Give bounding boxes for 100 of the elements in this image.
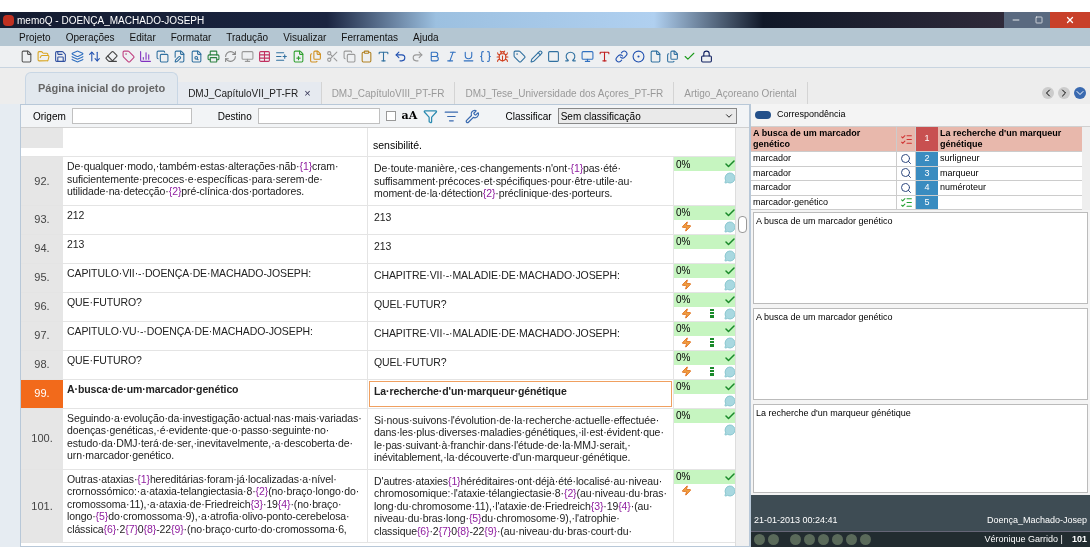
target-segment[interactable]: CHAPITRE·VII·-·MALADIE·DE·MACHADO·JOSEPH: bbox=[374, 268, 667, 281]
documents-icon[interactable] bbox=[666, 50, 679, 63]
comment-icon[interactable] bbox=[724, 484, 735, 497]
bold-icon[interactable] bbox=[428, 50, 441, 63]
copy-icon[interactable] bbox=[343, 50, 356, 63]
eraser-icon[interactable] bbox=[105, 50, 118, 63]
dropdown-icon[interactable] bbox=[1074, 87, 1086, 99]
sort-dropdown[interactable]: Sem classificação bbox=[557, 108, 737, 124]
round-button[interactable] bbox=[754, 534, 765, 545]
round-button[interactable] bbox=[804, 534, 815, 545]
target-segment[interactable]: QUEL·FUTUR? bbox=[374, 355, 667, 368]
comment-icon[interactable] bbox=[724, 278, 735, 291]
round-button[interactable] bbox=[832, 534, 843, 545]
previous-icon[interactable] bbox=[1042, 87, 1054, 99]
comment-icon[interactable] bbox=[724, 249, 735, 262]
source-segment[interactable]: QUE·FUTURO? bbox=[67, 353, 363, 366]
source-segment[interactable]: 213 bbox=[67, 237, 363, 250]
sort-icon[interactable] bbox=[88, 50, 101, 63]
round-button[interactable] bbox=[860, 534, 871, 545]
paste-icon[interactable] bbox=[360, 50, 373, 63]
source-segment[interactable]: Seguindo·a·evolução·da·investigação·actual·nas·mais·variadas·doenças·genéticas,·é·evidente·que·o·passo·seguinte·no·estudo·da·DMJ·terá·de·ser,·inevitavelmente,·a·descoberta·de·urn·marcador·genético. bbox=[67, 411, 363, 462]
menu-item[interactable]: Editar bbox=[129, 29, 156, 45]
menu-item[interactable]: Formatar bbox=[170, 29, 212, 45]
source-segment[interactable]: QUE·FUTURO? bbox=[67, 295, 363, 308]
file-icon[interactable] bbox=[649, 50, 662, 63]
font-icon[interactable] bbox=[598, 50, 611, 63]
target-segment[interactable]: 213 bbox=[374, 210, 667, 223]
source-segment[interactable]: 212 bbox=[67, 208, 363, 221]
layers-icon[interactable] bbox=[71, 50, 84, 63]
document-tab[interactable]: DMJ_CapítuloVII_PT-FR × bbox=[178, 82, 322, 104]
target-segment[interactable]: De·toute·manière,·ces·changements·n'ont·{1}pas·été·suffisamment·précoces·et·spécifiques·pour·être·utile·au·moment·de·la·détection{2}·préclinique·des·porteurs. bbox=[374, 162, 667, 200]
documents-icon[interactable] bbox=[309, 50, 322, 63]
lock-icon[interactable] bbox=[700, 50, 713, 63]
round-button[interactable] bbox=[818, 534, 829, 545]
comment-icon[interactable] bbox=[724, 220, 735, 233]
copy-icon[interactable] bbox=[156, 50, 169, 63]
round-button[interactable] bbox=[768, 534, 779, 545]
menu-item[interactable]: Ajuda bbox=[413, 29, 439, 45]
close-tab-button[interactable]: × bbox=[304, 84, 311, 102]
tag-icon[interactable] bbox=[122, 50, 135, 63]
chart-icon[interactable] bbox=[139, 50, 152, 63]
text-icon[interactable] bbox=[377, 50, 390, 63]
refresh-icon[interactable] bbox=[224, 50, 237, 63]
maximize-button[interactable] bbox=[1028, 12, 1050, 28]
omega-icon[interactable] bbox=[564, 50, 577, 63]
redo-icon[interactable] bbox=[411, 50, 424, 63]
result-row[interactable]: marcador 4 numéroteur bbox=[751, 181, 1082, 196]
menu-item[interactable]: Visualizar bbox=[283, 29, 327, 45]
menu-item[interactable]: Projeto bbox=[19, 29, 51, 45]
underline-icon[interactable] bbox=[462, 50, 475, 63]
comment-icon[interactable] bbox=[724, 336, 735, 349]
monitor-icon[interactable] bbox=[581, 50, 594, 63]
braces-icon[interactable] bbox=[479, 50, 492, 63]
file-icon[interactable] bbox=[20, 50, 33, 63]
monitor-icon[interactable] bbox=[241, 50, 254, 63]
menu-item[interactable]: Operações bbox=[65, 29, 115, 45]
target-filter-field[interactable] bbox=[257, 108, 380, 124]
comment-icon[interactable] bbox=[724, 307, 735, 320]
menu-item[interactable]: Ferramentas bbox=[341, 29, 399, 45]
document-add-icon[interactable] bbox=[292, 50, 305, 63]
circles-icon[interactable] bbox=[632, 50, 645, 63]
comment-icon[interactable] bbox=[724, 172, 735, 184]
list-add-icon[interactable] bbox=[275, 50, 288, 63]
edit-document-icon[interactable] bbox=[173, 50, 186, 63]
case-checkbox[interactable] bbox=[385, 111, 396, 121]
source-segment[interactable]: A·busca·de·um·marcador·genético bbox=[67, 382, 363, 395]
target-segment[interactable]: D'autres·ataxies{1}héréditaires·ont·déjà·été·localisé·au·niveau·chromosomique:·l'ataxie·télangiectasie·8·{2}(au·niveau·du·bras·long·du·chromosome·11),·l'ataxie·de·Friedreich{3}·19{4}·(au·niveau·du·bras·long·{5}du·chromosome·9),·l'atrophie·classique{6}·2{7}0{8}-22{9}·(au·niveau·du·bras·court·du· bbox=[374, 474, 667, 537]
check-icon[interactable] bbox=[683, 50, 696, 63]
source-segment[interactable]: CAPITULO·VII·-·DOENÇA·DE·MACHADO-JOSEPH: bbox=[67, 266, 363, 279]
minimize-button[interactable] bbox=[1004, 12, 1028, 28]
close-button[interactable] bbox=[1050, 12, 1090, 28]
wrench-icon[interactable] bbox=[464, 108, 480, 124]
insert-icon[interactable] bbox=[547, 50, 560, 63]
result-row[interactable]: A busca de um marcador genético 1 La recherche d'un marqueur génétique bbox=[751, 127, 1082, 152]
printer-icon[interactable] bbox=[207, 50, 220, 63]
source-filter-field[interactable] bbox=[71, 108, 192, 124]
target-segment[interactable]: 213 bbox=[374, 239, 667, 252]
document-search-icon[interactable] bbox=[190, 50, 203, 63]
source-segment[interactable]: CAPITULO·VU·-·DOENÇA·DE·MACHADO-JOSEPH: bbox=[67, 324, 363, 337]
source-segment[interactable]: Outras·ataxias·{1}hereditárias·foram·já·localizadas·a·nível·crornossómico:·a·ataxia-telangiectasia·8·{2}(no·braço·longo·do·cromossoma·11),·a·ataxia·de·Friedreich{3}·19{4}·(no·braço·longo·{5}do·cromossoma·9),·a·atrofia·olivo-ponto-cerebelosa·clássica{6}·2{7}0{8}-22{9}·(no·braço·curto·do·cromossoma·6, bbox=[67, 472, 363, 535]
table-icon[interactable] bbox=[258, 50, 271, 63]
target-segment[interactable]: QUEL·FUTUR? bbox=[374, 297, 667, 310]
target-segment[interactable]: Si·nous·suivons·l'évolution·de·la·recherche·actuelle·effectuée·dans·les·plus·diverses·maladies·génétiques,·il·est·évident·que·le·pas·suivant·à·franchir·dans·l'étude·de·la·MMJ·serait,·inévitablement,·la·découverte·d'un·marqueur·génétique. bbox=[374, 413, 667, 464]
cut-icon[interactable] bbox=[326, 50, 339, 63]
source-segment[interactable]: De·qualquer·modo,·também·estas·alterações·nãb·{1}cram·suficientemente·precoces·e·específicas·para·serem·de·utilidade·na·detecção·{2}pré-clínica·dos·portadores. bbox=[67, 160, 363, 198]
pencil-icon[interactable] bbox=[530, 50, 543, 63]
link-icon[interactable] bbox=[615, 50, 628, 63]
target-segment[interactable]: sensibilité. bbox=[373, 139, 423, 151]
italic-icon[interactable] bbox=[445, 50, 458, 63]
comment-icon[interactable] bbox=[724, 394, 735, 407]
result-row[interactable]: marcador 2 surligneur bbox=[751, 152, 1082, 167]
round-button[interactable] bbox=[846, 534, 857, 545]
comment-icon[interactable] bbox=[724, 365, 735, 378]
home-tab[interactable]: Página inicial do projeto bbox=[25, 72, 179, 104]
folder-icon[interactable] bbox=[37, 50, 50, 63]
bug-icon[interactable] bbox=[496, 50, 509, 63]
round-button[interactable] bbox=[790, 534, 801, 545]
save-icon[interactable] bbox=[54, 50, 67, 63]
menu-item[interactable]: Tradução bbox=[226, 29, 269, 45]
comment-icon[interactable] bbox=[724, 423, 735, 436]
